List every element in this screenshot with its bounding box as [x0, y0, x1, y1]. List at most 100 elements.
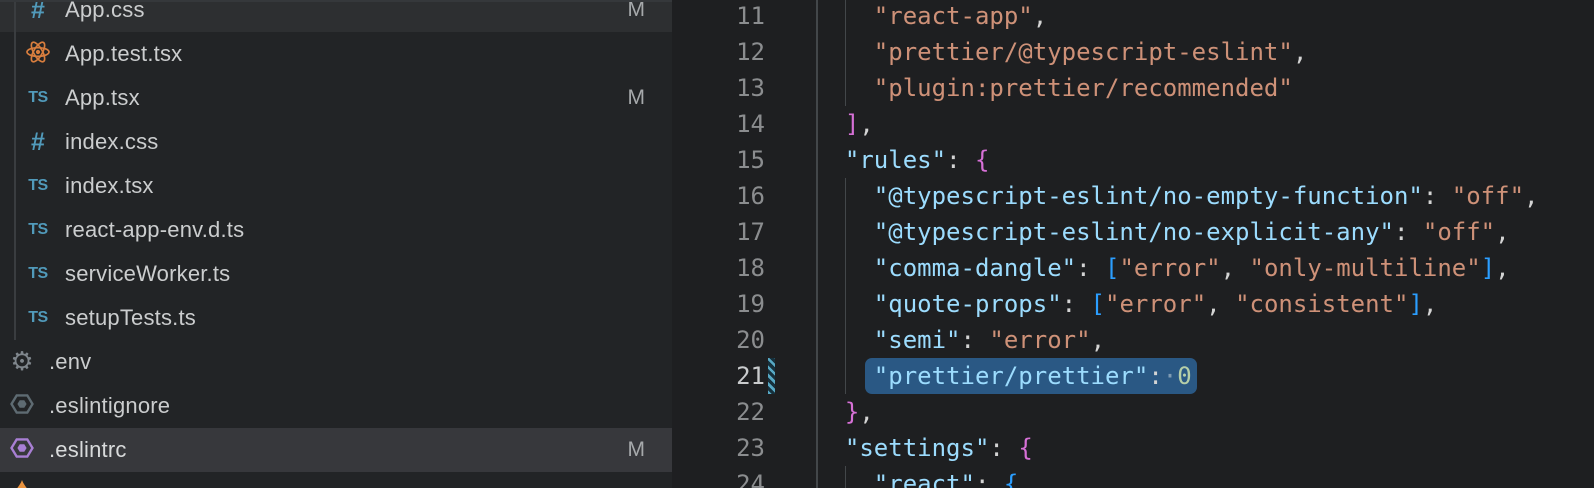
- line-number[interactable]: 20: [672, 322, 765, 358]
- gutter-decoration-area: [765, 358, 816, 394]
- file-row-setupTests-ts[interactable]: TS setupTests.ts: [0, 296, 672, 340]
- line-number[interactable]: 12: [672, 34, 765, 70]
- line-number[interactable]: 18: [672, 250, 765, 286]
- token-key: "settings": [845, 434, 990, 462]
- line-number[interactable]: 19: [672, 286, 765, 322]
- code-content[interactable]: "semi": "error",: [816, 322, 1594, 358]
- code-content[interactable]: },: [816, 394, 1594, 430]
- code-line-14[interactable]: 14 ],: [672, 106, 1594, 142]
- gutter-decoration-area: [765, 214, 816, 250]
- file-row-App-tsx[interactable]: TSApp.tsxM: [0, 76, 672, 120]
- code-content[interactable]: "quote-props": ["error", "consistent"],: [816, 286, 1594, 322]
- file-name: .eslintignore: [49, 393, 170, 419]
- line-number[interactable]: 14: [672, 106, 765, 142]
- line-number[interactable]: 13: [672, 70, 765, 106]
- code-content[interactable]: "@typescript-eslint/no-explicit-any": "o…: [816, 214, 1594, 250]
- line-number[interactable]: 15: [672, 142, 765, 178]
- token-b2: {: [975, 146, 989, 174]
- file-icon-box: TS: [26, 304, 50, 332]
- code-content[interactable]: "rules": {: [816, 142, 1594, 178]
- gutter-decoration-area: [765, 34, 816, 70]
- file-row-eslintrc[interactable]: .eslintrcM: [0, 428, 672, 472]
- file-explorer[interactable]: #App.cssM App.test.tsx TSApp.tsxM#index.cs…: [0, 0, 672, 488]
- file-icon-box: [26, 40, 50, 68]
- gear-icon: ⚙: [10, 349, 33, 375]
- code-content[interactable]: "settings": {: [816, 430, 1594, 466]
- file-icon-box: TS: [26, 260, 50, 288]
- code-line-17[interactable]: 17 "@typescript-eslint/no-explicit-any":…: [672, 214, 1594, 250]
- file-row-index-css[interactable]: #index.css: [0, 120, 672, 164]
- typescript-file-icon: TS: [28, 222, 47, 238]
- line-number[interactable]: 23: [672, 430, 765, 466]
- token-pun: :: [1076, 254, 1105, 282]
- file-row-App-test-tsx[interactable]: App.test.tsx: [0, 32, 672, 76]
- code-content[interactable]: "react": {: [816, 466, 1594, 488]
- code-content[interactable]: "plugin:prettier/recommended": [816, 70, 1594, 106]
- css-file-icon: #: [31, 0, 45, 23]
- file-row-env[interactable]: ⚙.env: [0, 340, 672, 384]
- file-row-App-css[interactable]: #App.cssM: [0, 0, 672, 32]
- token-str: "consistent": [1235, 290, 1408, 318]
- file-name: index.tsx: [65, 173, 154, 199]
- file-row-eslintignore[interactable]: .eslintignore: [0, 384, 672, 428]
- file-icon-box: #: [26, 0, 50, 24]
- code-line-16[interactable]: 16 "@typescript-eslint/no-empty-function…: [672, 178, 1594, 214]
- css-file-icon: #: [31, 130, 45, 155]
- eslint-icon: [9, 435, 35, 466]
- code-content[interactable]: "react-app",: [816, 0, 1594, 34]
- git-modified-badge: M: [628, 0, 646, 32]
- code-editor[interactable]: 11 "react-app",12 "prettier/@typescript-…: [672, 0, 1594, 488]
- token-pun: ,: [1033, 2, 1047, 30]
- token-pun: :: [961, 326, 990, 354]
- token-b3: [: [1105, 254, 1119, 282]
- file-name: .eslintrc: [49, 437, 127, 463]
- code-content[interactable]: "comma-dangle": ["error", "only-multilin…: [816, 250, 1594, 286]
- token-num: 0: [1177, 362, 1191, 390]
- file-row-index-tsx[interactable]: TSindex.tsx: [0, 164, 672, 208]
- token-str: "prettier/@typescript-eslint": [874, 38, 1293, 66]
- line-number[interactable]: 17: [672, 214, 765, 250]
- line-number[interactable]: 16: [672, 178, 765, 214]
- code-line-24[interactable]: 24 "react": {: [672, 466, 1594, 488]
- code-line-19[interactable]: 19 "quote-props": ["error", "consistent"…: [672, 286, 1594, 322]
- gutter-decoration-area: [765, 394, 816, 430]
- code-line-15[interactable]: 15 "rules": {: [672, 142, 1594, 178]
- code-content[interactable]: "prettier/@typescript-eslint",: [816, 34, 1594, 70]
- gutter-decoration-area: [765, 70, 816, 106]
- code-line-22[interactable]: 22 },: [672, 394, 1594, 430]
- flame-icon: [11, 480, 33, 488]
- token-str: "only-multiline": [1250, 254, 1481, 282]
- line-number[interactable]: 22: [672, 394, 765, 430]
- gutter-decoration-area: [765, 466, 816, 488]
- code-content[interactable]: "prettier/prettier":·0: [816, 358, 1594, 394]
- token-b3: ]: [1481, 254, 1495, 282]
- token-sp: [816, 38, 874, 66]
- line-number[interactable]: 21: [672, 358, 765, 394]
- code-content[interactable]: "@typescript-eslint/no-empty-function": …: [816, 178, 1594, 214]
- token-key: "semi": [874, 326, 961, 354]
- line-number[interactable]: 24: [672, 466, 765, 488]
- token-key: "rules": [845, 146, 946, 174]
- file-row-serviceWorker-ts[interactable]: TSserviceWorker.ts: [0, 252, 672, 296]
- file-row-react-app-env-d-ts[interactable]: TSreact-app-env.d.ts: [0, 208, 672, 252]
- file-icon-box: TS: [26, 84, 50, 112]
- token-sp: [816, 110, 845, 138]
- gutter-decoration-area: [765, 142, 816, 178]
- code-line-21[interactable]: 21 "prettier/prettier":·0: [672, 358, 1594, 394]
- token-sp: [816, 146, 845, 174]
- code-line-18[interactable]: 18 "comma-dangle": ["error", "only-multi…: [672, 250, 1594, 286]
- file-name: setupTests.ts: [65, 305, 196, 331]
- token-pun: ,: [1495, 218, 1509, 246]
- code-content[interactable]: ],: [816, 106, 1594, 142]
- file-name: App.test.tsx: [65, 41, 182, 67]
- file-row-partial[interactable]: [0, 472, 672, 488]
- code-line-11[interactable]: 11 "react-app",: [672, 0, 1594, 34]
- gutter-decoration-area: [765, 250, 816, 286]
- code-line-20[interactable]: 20 "semi": "error",: [672, 322, 1594, 358]
- code-line-13[interactable]: 13 "plugin:prettier/recommended": [672, 70, 1594, 106]
- code-line-12[interactable]: 12 "prettier/@typescript-eslint",: [672, 34, 1594, 70]
- token-pun: :: [989, 434, 1018, 462]
- line-number[interactable]: 11: [672, 0, 765, 34]
- file-icon-box: ⚙: [10, 348, 34, 376]
- code-line-23[interactable]: 23 "settings": {: [672, 430, 1594, 466]
